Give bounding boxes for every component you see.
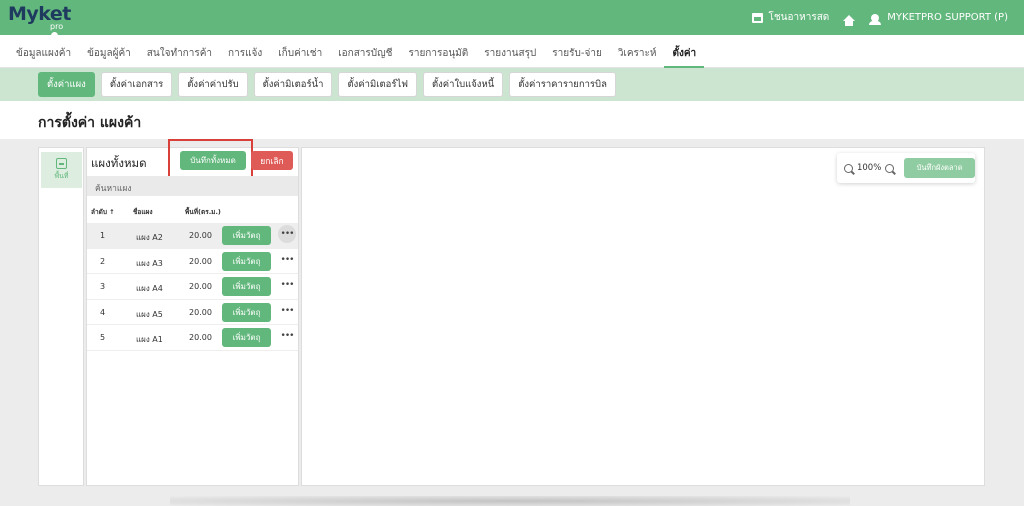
main-nav: ข้อมูลแผงค้า ข้อมูลผู้ค้า สนใจทำการค้า ก… [0, 35, 1024, 68]
row-order: 5 [100, 333, 106, 342]
table-row[interactable]: 3 แผง A4 20.00 เพิ่มวัตถุ ••• [87, 274, 298, 300]
map-icon [56, 158, 67, 169]
save-all-button[interactable]: บันทึกทั้งหมด [180, 151, 246, 170]
table-header: ลำดับ ↑ ชื่อแผง พื้นที่(ตร.ม.) [87, 205, 298, 219]
user-menu[interactable]: MYKETPRO SUPPORT (P) [869, 12, 1008, 25]
layout-sidebar: พื้นที่ [38, 147, 84, 486]
tab-vendor-info[interactable]: ข้อมูลผู้ค้า [79, 35, 139, 68]
tab-income-expense[interactable]: รายรับ-จ่าย [544, 35, 610, 68]
market-name: โชนอาหารสด [768, 12, 830, 23]
subtab-invoice-settings[interactable]: ตั้งค่าใบแจ้งหนี้ [422, 72, 504, 97]
home-button[interactable] [843, 14, 856, 26]
zoom-toolbar: 100% บันทึกผังตลาด [837, 153, 975, 183]
row-area: 20.00 [189, 307, 212, 317]
add-item-button[interactable]: เพิ่มวัตถุ [222, 226, 271, 245]
tab-notifications[interactable]: การแจ้ง [220, 35, 270, 68]
subtab-document-settings[interactable]: ตั้งค่าเอกสาร [100, 72, 173, 97]
more-icon[interactable]: ••• [278, 276, 296, 294]
row-area: 20.00 [189, 256, 212, 266]
page-title: การตั้งค่า แผงค้า [38, 115, 142, 131]
panel-title: แผงทั้งหมด [91, 156, 147, 170]
tab-summary-report[interactable]: รายงานสรุป [476, 35, 544, 68]
tab-interested[interactable]: สนใจทำการค้า [139, 35, 220, 68]
row-order: 1 [100, 231, 106, 240]
row-name: แผง A3 [136, 258, 163, 268]
row-order: 2 [100, 256, 106, 266]
bottom-shadow [170, 496, 850, 506]
column-area[interactable]: พื้นที่(ตร.ม.) [185, 207, 221, 217]
market-switcher[interactable]: โชนอาหารสด [751, 10, 830, 25]
row-order: 4 [100, 307, 106, 317]
column-order[interactable]: ลำดับ ↑ [91, 207, 115, 217]
user-icon [869, 13, 882, 25]
row-name: แผง A2 [136, 233, 163, 242]
tab-analytics[interactable]: วิเคราะห์ [610, 35, 665, 68]
subtab-stall-settings[interactable]: ตั้งค่าแผง [38, 72, 95, 97]
row-area: 20.00 [189, 231, 212, 240]
stall-list-panel: แผงทั้งหมด บันทึกทั้งหมด ยกเลิก ค้นหาแผง… [86, 139, 299, 486]
add-item-button[interactable]: เพิ่มวัตถุ [222, 328, 271, 347]
cancel-button[interactable]: ยกเลิก [251, 151, 293, 170]
stall-table-body: 1 แผง A2 20.00 เพิ่มวัตถุ ••• 2 แผง A3 2… [87, 223, 298, 351]
tab-rent-collection[interactable]: เก็บค่าเช่า [270, 35, 330, 68]
store-icon [751, 12, 763, 23]
zoom-level: 100% [856, 163, 882, 173]
logo[interactable]: Myket pro [8, 3, 71, 39]
zoom-out-icon[interactable] [844, 163, 853, 173]
page-title-bar: การตั้งค่า แผงค้า [0, 101, 1024, 139]
more-icon[interactable]: ••• [278, 225, 296, 243]
add-item-button[interactable]: เพิ่มวัตถุ [222, 251, 271, 271]
add-item-button[interactable]: เพิ่มวัตถุ [222, 277, 271, 296]
logo-sub-text: pro [50, 22, 64, 31]
row-name: แผง A1 [136, 335, 163, 344]
row-order: 3 [100, 282, 106, 291]
more-icon[interactable]: ••• [278, 327, 296, 345]
table-row[interactable]: 2 แผง A3 20.00 เพิ่มวัตถุ ••• [87, 249, 298, 274]
user-name: MYKETPRO SUPPORT (P) [887, 12, 1008, 23]
top-bar: Myket pro โชนอาหารสด MYKETPRO SUPPORT (P… [0, 0, 1024, 39]
row-area: 20.00 [189, 282, 212, 291]
tab-stall-info[interactable]: ข้อมูลแผงค้า [8, 35, 79, 68]
sidebar-item-label: พื้นที่ [54, 172, 69, 180]
tab-settings[interactable]: ตั้งค่า [664, 35, 705, 68]
subtab-fine-settings[interactable]: ตั้งค่าค่าปรับ [178, 72, 248, 97]
table-row[interactable]: 5 แผง A1 20.00 เพิ่มวัตถุ ••• [87, 325, 298, 351]
market-layout-canvas[interactable]: 100% บันทึกผังตลาด [301, 147, 985, 486]
subtab-water-meter-settings[interactable]: ตั้งค่ามิเตอร์น้ำ [253, 72, 333, 97]
table-row[interactable]: 1 แผง A2 20.00 เพิ่มวัตถุ ••• [87, 223, 298, 249]
tab-accounting-docs[interactable]: เอกสารบัญชี [330, 35, 400, 68]
more-icon[interactable]: ••• [278, 251, 296, 269]
row-name: แผง A5 [136, 309, 163, 319]
sidebar-item-area[interactable]: พื้นที่ [41, 152, 82, 188]
home-icon [843, 14, 856, 26]
column-name[interactable]: ชื่อแผง [133, 207, 153, 217]
zoom-in-icon[interactable] [885, 163, 895, 173]
save-market-layout-button[interactable]: บันทึกผังตลาด [904, 158, 975, 178]
subtab-electric-meter-settings[interactable]: ตั้งค่ามิเตอร์ไฟ [338, 72, 417, 97]
search-input[interactable]: ค้นหาแผง [87, 176, 298, 196]
table-row[interactable]: 4 แผง A5 20.00 เพิ่มวัตถุ ••• [87, 300, 298, 325]
row-name: แผง A4 [136, 284, 163, 293]
subtab-bill-price-settings[interactable]: ตั้งค่าราคารายการบิล [509, 72, 616, 97]
settings-subnav: ตั้งค่าแผง ตั้งค่าเอกสาร ตั้งค่าค่าปรับ … [0, 68, 1024, 101]
more-icon[interactable]: ••• [278, 302, 296, 320]
top-right-menu: โชนอาหารสด MYKETPRO SUPPORT (P) [751, 10, 1008, 26]
row-area: 20.00 [189, 333, 212, 342]
add-item-button[interactable]: เพิ่มวัตถุ [222, 302, 271, 322]
tab-approvals[interactable]: รายการอนุมัติ [400, 35, 476, 68]
